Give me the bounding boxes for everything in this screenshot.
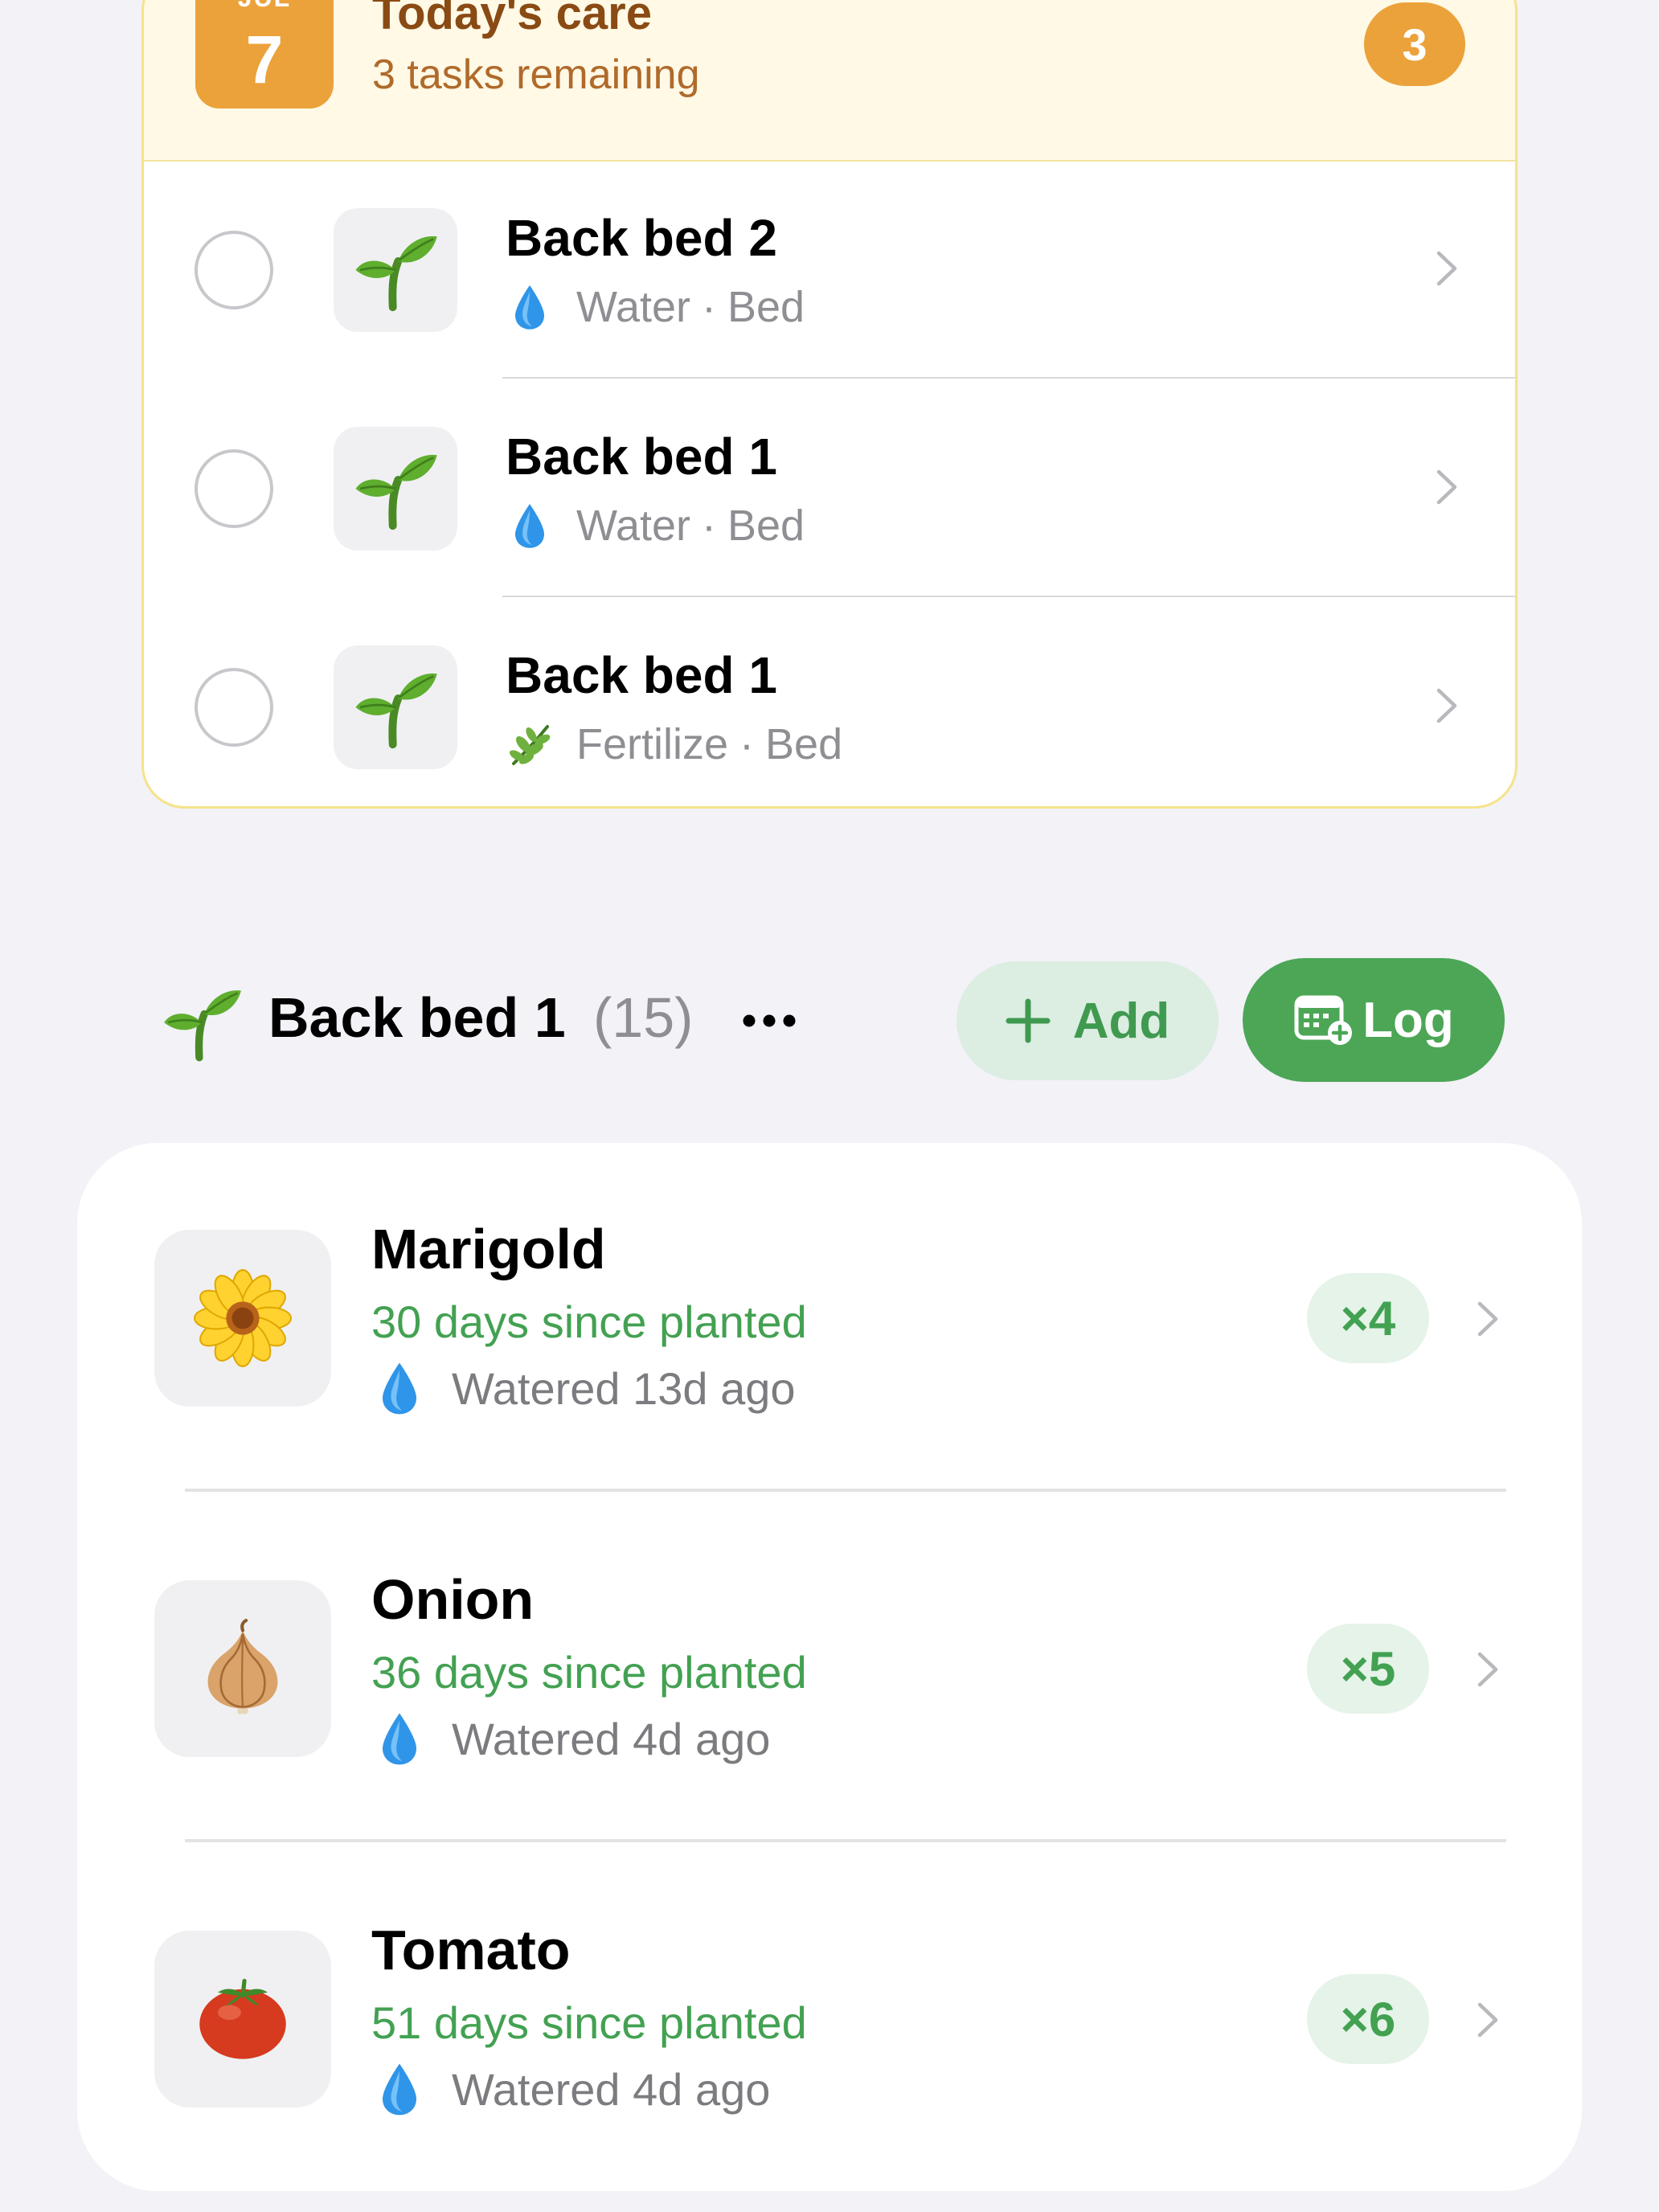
more-options-button[interactable]: [733, 990, 805, 1051]
water-drop-icon: [506, 502, 554, 550]
plus-icon: [1006, 998, 1051, 1043]
plant-list-card: Marigold 30 days since planted Watered 1…: [77, 1143, 1582, 2191]
task-type: Bed: [727, 502, 805, 550]
task-name: Back bed 1: [506, 646, 777, 704]
plant-name: Marigold: [371, 1218, 606, 1280]
todays-care-card: JUL 7 Today's care 3 tasks remaining 3 B…: [141, 0, 1518, 809]
plant-row[interactable]: Marigold 30 days since planted Watered 1…: [77, 1143, 1582, 1493]
divider: [185, 1489, 1506, 1492]
task-meta: Water · Bed: [506, 501, 805, 551]
plant-name: Tomato: [371, 1919, 571, 1981]
task-checkbox[interactable]: [195, 231, 273, 309]
date-badge: JUL 7: [195, 0, 334, 109]
chevron-right-icon: [1476, 1301, 1500, 1337]
plant-age: 30 days since planted: [371, 1296, 807, 1347]
quantity-badge: ×6: [1307, 1974, 1429, 2064]
log-button[interactable]: Log: [1243, 958, 1505, 1082]
plant-watered-status: Watered 4d ago: [376, 2061, 770, 2117]
task-row[interactable]: Back bed 1 Fertilize · Bed: [144, 597, 1515, 806]
todays-care-subtitle: 3 tasks remaining: [372, 51, 700, 98]
task-checkbox[interactable]: [195, 449, 273, 528]
sprout-icon: [334, 208, 457, 332]
calendar-add-icon: [1294, 995, 1353, 1045]
sprout-icon: [334, 645, 457, 769]
plant-age: 51 days since planted: [371, 1997, 807, 2048]
task-name: Back bed 1: [506, 428, 777, 485]
chevron-right-icon: [1435, 687, 1459, 724]
water-drop-icon: [376, 1360, 423, 1416]
water-drop-icon: [376, 2061, 423, 2117]
sunflower-icon: [154, 1230, 331, 1407]
plant-row[interactable]: Onion 36 days since planted Watered 4d a…: [77, 1493, 1582, 1844]
watered-text: Watered 13d ago: [452, 1362, 796, 1414]
task-meta-separator: ·: [739, 720, 755, 768]
task-action: Fertilize: [576, 720, 729, 768]
plant-watered-status: Watered 4d ago: [376, 1710, 770, 1767]
plant-name: Onion: [371, 1568, 535, 1631]
tomato-icon: [154, 1931, 331, 2108]
log-button-label: Log: [1362, 992, 1454, 1048]
task-meta: Water · Bed: [506, 282, 805, 332]
task-checkbox[interactable]: [195, 668, 273, 747]
plant-age: 36 days since planted: [371, 1647, 807, 1698]
divider: [185, 1839, 1506, 1842]
ellipsis-icon: [743, 1014, 796, 1027]
onion-icon: [154, 1580, 331, 1757]
watered-text: Watered 4d ago: [452, 1713, 771, 1764]
todays-care-header[interactable]: JUL 7 Today's care 3 tasks remaining 3: [144, 0, 1515, 162]
quantity-badge: ×5: [1307, 1624, 1429, 1714]
watered-text: Watered 4d ago: [452, 2063, 771, 2115]
tasks-count-badge: 3: [1364, 2, 1465, 86]
chevron-right-icon: [1476, 1651, 1500, 1688]
water-drop-icon: [376, 1710, 423, 1767]
todays-care-title: Today's care: [372, 0, 652, 39]
task-meta-separator: ·: [702, 283, 716, 331]
task-row[interactable]: Back bed 1 Water · Bed: [144, 379, 1515, 597]
date-month: JUL: [195, 0, 334, 13]
sprout-icon: [334, 427, 457, 551]
task-meta-separator: ·: [702, 502, 716, 550]
add-button[interactable]: Add: [956, 961, 1219, 1080]
sprout-icon: [158, 981, 246, 1064]
plant-count: (15): [593, 986, 694, 1049]
task-name: Back bed 2: [506, 209, 777, 267]
chevron-right-icon: [1435, 469, 1459, 506]
date-day: 7: [245, 22, 284, 97]
task-row[interactable]: Back bed 2 Water · Bed: [144, 160, 1515, 379]
task-meta: Fertilize · Bed: [506, 719, 842, 769]
chevron-right-icon: [1476, 2001, 1500, 2038]
task-action: Water: [576, 283, 691, 331]
quantity-badge: ×4: [1307, 1273, 1429, 1363]
chevron-right-icon: [1435, 250, 1459, 287]
bed-title: Back bed 1: [268, 986, 566, 1049]
water-drop-icon: [506, 283, 554, 331]
task-type: Bed: [727, 283, 805, 331]
herb-icon: [506, 720, 554, 768]
plant-watered-status: Watered 13d ago: [376, 1360, 796, 1416]
task-action: Water: [576, 502, 691, 550]
task-type: Bed: [765, 720, 843, 768]
add-button-label: Add: [1072, 993, 1170, 1049]
plant-row[interactable]: Tomato 51 days since planted Watered 4d …: [77, 1844, 1582, 2194]
